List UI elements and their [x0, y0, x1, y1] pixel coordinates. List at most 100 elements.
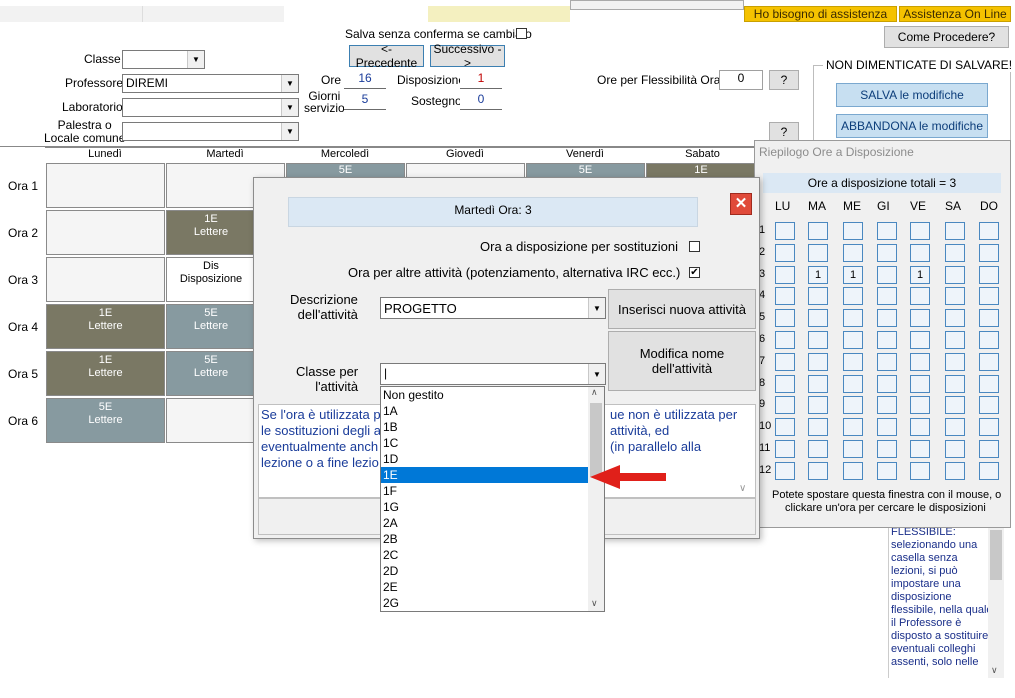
insert-activity-button[interactable]: Inserisci nuova attività: [608, 289, 756, 329]
riepilogo-cell[interactable]: [843, 396, 863, 415]
riepilogo-cell[interactable]: [910, 440, 930, 458]
timetable-cell[interactable]: 1E Lettere: [166, 210, 256, 255]
dropdown-option[interactable]: 1F: [381, 483, 604, 499]
palestra-select[interactable]: ▼: [122, 122, 299, 141]
riepilogo-cell[interactable]: [808, 461, 828, 480]
riepilogo-cell[interactable]: [843, 331, 863, 349]
online-assistance-button[interactable]: Assistenza On Line: [899, 6, 1011, 22]
riepilogo-cell[interactable]: [843, 287, 863, 306]
riepilogo-cell[interactable]: [808, 309, 828, 328]
riepilogo-cell[interactable]: [945, 396, 965, 415]
classe-dropdown-list[interactable]: Non gestito 1A 1B 1C 1D 1E 1F 1G 2A 2B 2C 2D 2E 2G: [380, 386, 605, 612]
riepilogo-cell[interactable]: [808, 331, 828, 349]
riepilogo-cell[interactable]: [775, 440, 795, 458]
dropdown-option[interactable]: 2G: [381, 595, 604, 611]
riepilogo-cell[interactable]: [945, 352, 965, 371]
riepilogo-cell[interactable]: [979, 309, 999, 328]
dropdown-option[interactable]: 1D: [381, 451, 604, 467]
classe-select[interactable]: ▼: [122, 50, 205, 69]
riepilogo-cell[interactable]: [945, 222, 965, 240]
riepilogo-cell[interactable]: [775, 374, 795, 393]
laboratorio-select[interactable]: ▼: [122, 98, 299, 117]
riepilogo-cell[interactable]: [877, 331, 897, 349]
riepilogo-cell[interactable]: [910, 396, 930, 415]
riepilogo-cell[interactable]: [843, 352, 863, 371]
riepilogo-cell[interactable]: [979, 352, 999, 371]
riepilogo-cell[interactable]: [843, 374, 863, 393]
riepilogo-cell[interactable]: [877, 265, 897, 284]
flessibilita-help-button[interactable]: ?: [769, 70, 799, 90]
riepilogo-cell[interactable]: [979, 222, 999, 240]
riepilogo-cell[interactable]: [775, 222, 795, 240]
close-icon[interactable]: ✕: [730, 193, 752, 215]
timetable-cell[interactable]: [46, 210, 165, 255]
dropdown-option[interactable]: 1E: [381, 467, 604, 483]
riepilogo-cell[interactable]: [877, 418, 897, 437]
assistance-button[interactable]: Ho bisogno di assistenza: [744, 6, 897, 22]
riepilogo-cell[interactable]: [877, 396, 897, 415]
next-button[interactable]: Successivo ->: [430, 42, 505, 70]
timetable-cell[interactable]: [166, 398, 256, 443]
timetable-cell[interactable]: 1E Lettere: [46, 351, 165, 396]
how-to-proceed-button[interactable]: Come Procedere?: [884, 26, 1009, 48]
riepilogo-cell[interactable]: [775, 287, 795, 306]
descrizione-select[interactable]: PROGETTO ▼: [380, 297, 606, 319]
timetable-cell[interactable]: [46, 257, 165, 302]
riepilogo-cell[interactable]: [843, 461, 863, 480]
chevron-up-icon[interactable]: ∧: [591, 387, 598, 398]
riepilogo-cell[interactable]: [910, 331, 930, 349]
side-help-scrollbar[interactable]: ∨: [988, 526, 1004, 678]
riepilogo-cell[interactable]: [979, 374, 999, 393]
riepilogo-cell[interactable]: [910, 222, 930, 240]
riepilogo-cell[interactable]: [910, 461, 930, 480]
riepilogo-cell[interactable]: [808, 440, 828, 458]
help-button-2[interactable]: ?: [769, 122, 799, 142]
riepilogo-cell[interactable]: [843, 222, 863, 240]
riepilogo-cell[interactable]: [945, 440, 965, 458]
riepilogo-cell[interactable]: [775, 352, 795, 371]
riepilogo-cell[interactable]: [808, 418, 828, 437]
riepilogo-cell[interactable]: 1: [808, 265, 828, 284]
dropdown-option[interactable]: 2B: [381, 531, 604, 547]
riepilogo-cell[interactable]: [945, 287, 965, 306]
chevron-down-icon[interactable]: ∨: [739, 481, 746, 497]
timetable-cell[interactable]: 5E Lettere: [46, 398, 165, 443]
riepilogo-cell[interactable]: [877, 287, 897, 306]
riepilogo-cell[interactable]: [945, 374, 965, 393]
professore-select[interactable]: DIREMI ▼: [122, 74, 299, 93]
riepilogo-cell[interactable]: [808, 287, 828, 306]
riepilogo-cell[interactable]: [877, 374, 897, 393]
riepilogo-cell[interactable]: [910, 418, 930, 437]
riepilogo-cell[interactable]: [808, 243, 828, 262]
riepilogo-cell[interactable]: [808, 396, 828, 415]
timetable-cell[interactable]: [46, 163, 165, 208]
riepilogo-cell[interactable]: [775, 461, 795, 480]
modify-activity-button[interactable]: Modifica nome dell'attività: [608, 331, 756, 391]
riepilogo-cell[interactable]: [910, 287, 930, 306]
altre-attivita-checkbox[interactable]: ✔: [689, 267, 700, 278]
riepilogo-cell[interactable]: [945, 418, 965, 437]
chevron-down-icon[interactable]: ∨: [591, 598, 598, 609]
scrollbar-thumb[interactable]: [990, 530, 1002, 580]
dropdown-scrollbar[interactable]: ∧ ∨: [588, 387, 604, 611]
riepilogo-cell[interactable]: [979, 440, 999, 458]
flessibilita-value[interactable]: 0: [719, 70, 763, 90]
riepilogo-cell[interactable]: [775, 396, 795, 415]
riepilogo-cell[interactable]: [945, 265, 965, 284]
riepilogo-cell[interactable]: [877, 440, 897, 458]
riepilogo-cell[interactable]: [843, 309, 863, 328]
riepilogo-cell[interactable]: [775, 309, 795, 328]
save-changes-button[interactable]: SALVA le modifiche: [836, 83, 988, 107]
riepilogo-cell[interactable]: [945, 331, 965, 349]
timetable-cell[interactable]: Dis Disposizione: [166, 257, 256, 302]
riepilogo-cell[interactable]: [775, 418, 795, 437]
riepilogo-cell[interactable]: [979, 418, 999, 437]
riepilogo-cell[interactable]: [979, 461, 999, 480]
riepilogo-cell[interactable]: [775, 243, 795, 262]
dropdown-option[interactable]: Non gestito: [381, 387, 604, 403]
dropdown-option[interactable]: 2E: [381, 579, 604, 595]
riepilogo-cell[interactable]: [877, 352, 897, 371]
riepilogo-cell[interactable]: [843, 243, 863, 262]
riepilogo-cell[interactable]: [843, 418, 863, 437]
abandon-changes-button[interactable]: ABBANDONA le modifiche: [836, 114, 988, 138]
